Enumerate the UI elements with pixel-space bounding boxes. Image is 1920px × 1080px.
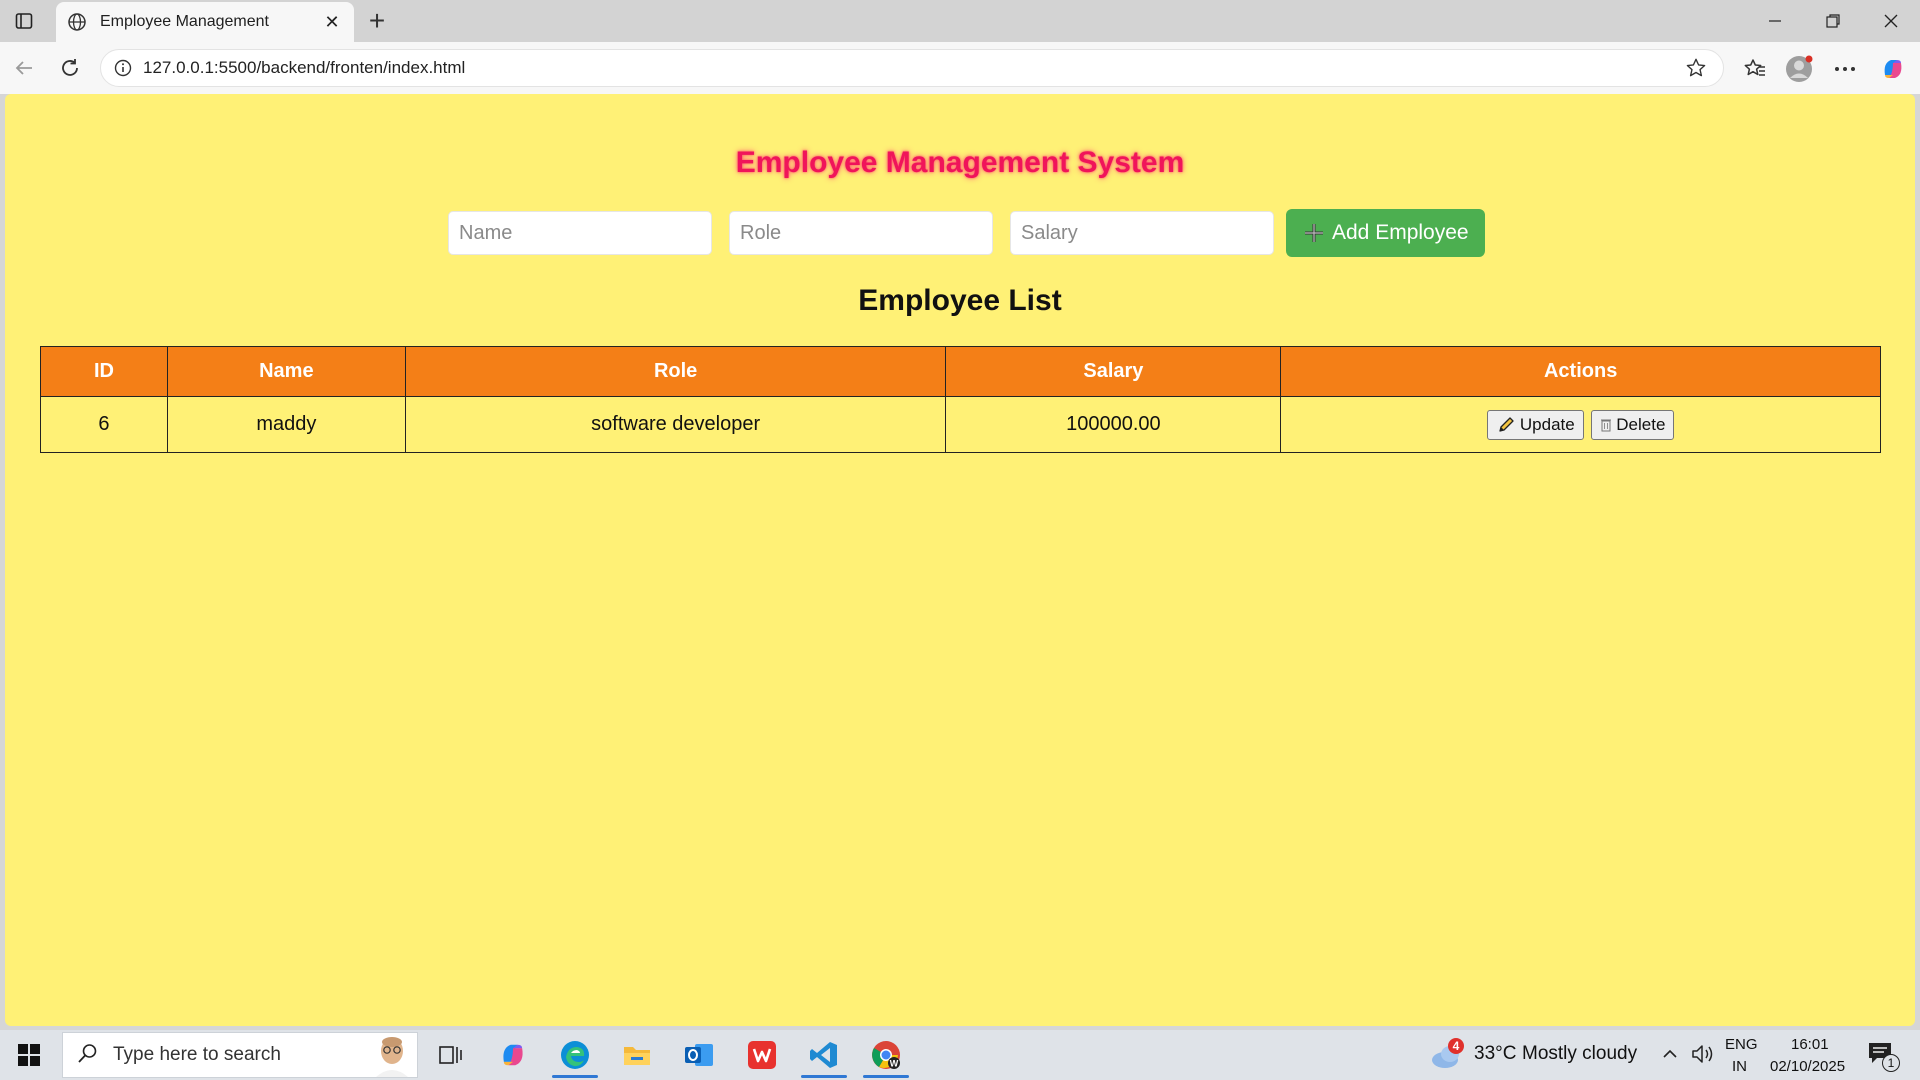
browser-tab-active[interactable]: Employee Management ✕ [56,2,354,42]
url-text[interactable]: 127.0.0.1:5500/backend/fronten/index.htm… [143,58,1681,78]
more-menu-icon[interactable] [1828,52,1862,86]
clock-time: 16:01 [1791,1036,1829,1053]
tab-title: Employee Management [100,13,269,30]
weather-badge: 4 [1448,1038,1464,1054]
column-header-role: Role [404,346,947,397]
column-header-name: Name [166,346,406,397]
favorite-star-icon[interactable] [1681,53,1711,83]
new-tab-button[interactable]: + [362,5,392,36]
pencil-icon [1496,415,1516,435]
column-header-actions: Actions [1280,346,1881,397]
profile-avatar-icon[interactable] [1782,52,1816,86]
language-code: ENG [1725,1036,1758,1053]
cell-name: maddy [166,396,406,453]
table-header-row: ID Name Role Salary Actions [40,346,1881,397]
notifications-icon[interactable]: 1 [1866,1040,1900,1072]
column-header-id: ID [40,346,168,397]
volume-icon[interactable] [1690,1043,1716,1067]
copilot-icon[interactable] [1876,52,1910,86]
clock[interactable]: 16:01 02/10/2025 [1765,1030,1855,1080]
site-info-icon[interactable] [113,58,133,78]
task-view-icon[interactable] [421,1030,479,1080]
vscode-icon[interactable] [795,1030,853,1080]
salary-input[interactable] [1010,211,1274,255]
table-row: 6 maddy software developer 100000.00 Upd… [40,396,1881,453]
add-employee-label: Add Employee [1332,221,1469,244]
taskbar: Type here to search W 4 33°C Mostly clou… [0,1030,1920,1080]
taskbar-search-box[interactable]: Type here to search [62,1032,418,1078]
show-hidden-icons-chevron-icon[interactable] [1660,1044,1680,1064]
employee-table: ID Name Role Salary Actions 6 maddy soft… [40,346,1881,453]
browser-toolbar: 127.0.0.1:5500/backend/fronten/index.htm… [0,42,1920,94]
notification-count: 1 [1882,1054,1900,1072]
region-code: IN [1732,1058,1747,1075]
windows-start-icon[interactable] [0,1030,58,1080]
running-app-indicator [801,1075,847,1078]
column-header-salary: Salary [945,346,1282,397]
add-employee-button[interactable]: Add Employee [1286,209,1485,257]
cell-id: 6 [40,396,168,453]
minimize-icon[interactable] [1746,0,1804,42]
delete-label: Delete [1616,414,1666,434]
reload-icon[interactable] [54,52,86,84]
language-indicator[interactable]: ENG IN [1722,1030,1758,1080]
file-explorer-icon[interactable] [608,1030,666,1080]
delete-button[interactable]: Delete [1591,409,1675,440]
trash-icon [1600,415,1612,435]
clock-date: 02/10/2025 [1770,1058,1846,1075]
cell-salary: 100000.00 [945,396,1282,453]
copilot-app-icon[interactable] [484,1030,542,1080]
cell-actions: Update Delete [1280,396,1881,453]
search-icon [77,1042,99,1069]
back-arrow-icon[interactable] [8,52,40,84]
search-highlight-image-icon [367,1032,417,1078]
chrome-icon[interactable]: W [857,1030,915,1080]
weather-widget[interactable]: 4 33°C Mostly cloudy [1430,1030,1640,1080]
update-button[interactable]: Update [1486,409,1584,440]
role-input[interactable] [729,211,993,255]
favorites-icon[interactable] [1738,52,1772,86]
close-window-icon[interactable] [1862,0,1920,42]
running-app-indicator [863,1075,909,1078]
globe-icon [66,11,88,33]
weather-description: Mostly cloudy [1522,1043,1638,1064]
active-app-indicator [552,1075,598,1078]
search-placeholder: Type here to search [113,1044,281,1065]
browser-tab-bar: Employee Management ✕ + [0,0,1920,42]
name-input[interactable] [448,211,712,255]
wps-office-icon[interactable] [733,1030,791,1080]
page-viewport: Employee Management System Add Employee … [5,94,1915,1026]
svg-text:W: W [890,1059,899,1069]
employee-list-title: Employee List [858,284,1062,317]
outlook-icon[interactable] [670,1030,728,1080]
restore-icon[interactable] [1804,0,1862,42]
tab-actions-icon[interactable] [8,7,40,35]
page-title: Employee Management System [735,146,1185,179]
weather-temperature: 33°C [1474,1043,1517,1064]
close-tab-icon[interactable]: ✕ [320,10,344,34]
address-bar[interactable]: 127.0.0.1:5500/backend/fronten/index.htm… [100,49,1724,87]
edge-browser-icon[interactable] [546,1030,604,1080]
plus-icon [1302,221,1326,245]
update-label: Update [1519,414,1575,434]
cell-role: software developer [404,396,947,453]
add-employee-form: Add Employee [448,209,1485,257]
